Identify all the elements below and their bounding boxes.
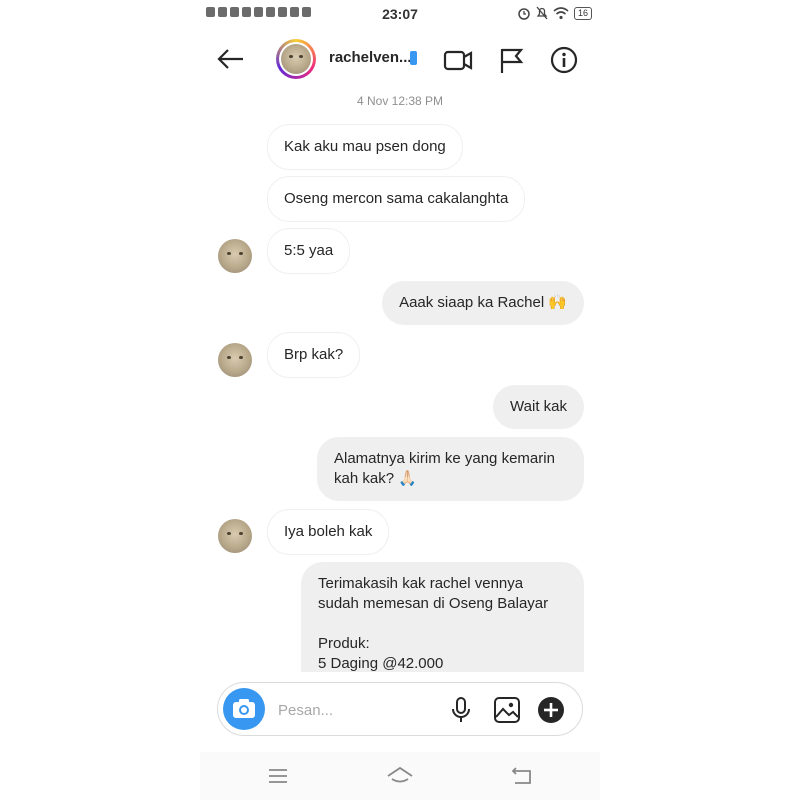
message-input[interactable] bbox=[276, 697, 440, 723]
received-message[interactable]: Oseng mercon sama cakalanghta bbox=[267, 176, 526, 222]
sent-message[interactable]: Terimakasih kak rachel vennya sudah meme… bbox=[301, 562, 584, 672]
system-navigation-bar bbox=[200, 752, 600, 800]
system-back-icon[interactable] bbox=[507, 762, 537, 790]
received-message[interactable]: Iya boleh kak bbox=[267, 509, 390, 555]
received-message[interactable]: Kak aku mau psen dong bbox=[267, 124, 463, 170]
received-message[interactable]: 5:5 yaa bbox=[267, 228, 351, 274]
sent-message[interactable]: Alamatnya kirim ke yang kemarin kah kak?… bbox=[317, 437, 584, 501]
message-thread: 4 Nov 12:38 PM Kak aku mau psen dong Ose… bbox=[200, 0, 600, 672]
message-timestamp: 4 Nov 12:38 PM bbox=[356, 94, 444, 108]
microphone-icon[interactable] bbox=[446, 695, 476, 725]
sent-message[interactable]: Wait kak bbox=[493, 385, 584, 429]
camera-button[interactable] bbox=[223, 688, 265, 730]
camera-icon bbox=[233, 699, 255, 718]
sender-avatar[interactable] bbox=[218, 519, 252, 553]
received-message[interactable]: Brp kak? bbox=[267, 332, 361, 378]
sent-message[interactable]: Aaak siaap ka Rachel 🙌 bbox=[382, 281, 584, 325]
phone-screen: 23:07 16 rachelven... 4 Nov 12:38 PM Kak… bbox=[200, 0, 600, 800]
sender-avatar[interactable] bbox=[218, 239, 252, 273]
recent-apps-icon[interactable] bbox=[263, 762, 293, 790]
home-icon[interactable] bbox=[385, 762, 415, 790]
gallery-icon[interactable] bbox=[492, 695, 522, 725]
add-icon[interactable] bbox=[536, 695, 566, 725]
sender-avatar[interactable] bbox=[218, 343, 252, 377]
message-composer bbox=[217, 682, 583, 736]
